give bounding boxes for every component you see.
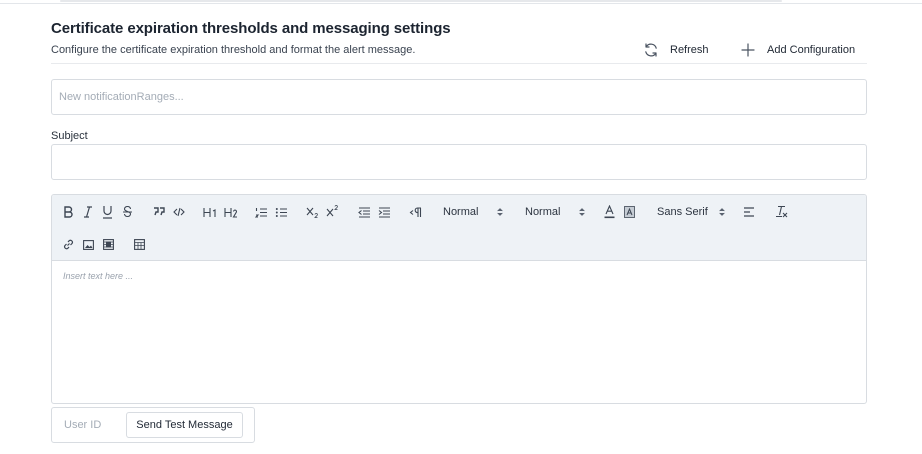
- link-icon[interactable]: [63, 238, 74, 251]
- header-divider: [51, 63, 867, 64]
- notification-ranges-field: [51, 79, 867, 115]
- send-test-message-button[interactable]: Send Test Message: [126, 412, 243, 438]
- add-configuration-button[interactable]: Add Configuration: [740, 41, 855, 59]
- font-select-value: Sans Serif: [657, 206, 708, 218]
- table-icon[interactable]: [134, 238, 145, 251]
- bullet-list-icon[interactable]: [275, 205, 288, 219]
- text-direction-icon[interactable]: [409, 205, 422, 219]
- header-select[interactable]: Normal: [443, 205, 503, 219]
- blockquote-icon[interactable]: [153, 205, 165, 219]
- select-caret-icon: [719, 208, 725, 216]
- size-select-value: Normal: [525, 206, 561, 218]
- plus-icon: [740, 42, 756, 58]
- code-block-icon[interactable]: [173, 205, 185, 219]
- size-select[interactable]: Normal: [525, 205, 585, 219]
- add-configuration-label: Add Configuration: [767, 44, 856, 56]
- background-color-icon[interactable]: [624, 205, 635, 219]
- superscript-icon[interactable]: [326, 204, 339, 218]
- heading-1-icon[interactable]: [203, 205, 217, 219]
- editor-content-area[interactable]: Insert text here ...: [52, 261, 866, 403]
- clear-formatting-icon[interactable]: [775, 204, 788, 219]
- video-icon[interactable]: [103, 238, 114, 251]
- ordered-list-icon[interactable]: [255, 205, 268, 219]
- page-title: Certificate expiration thresholds and me…: [51, 20, 451, 37]
- select-caret-icon: [497, 208, 503, 216]
- heading-2-icon[interactable]: [224, 205, 238, 219]
- select-caret-icon: [579, 208, 585, 216]
- image-icon[interactable]: [83, 238, 94, 251]
- indent-icon[interactable]: [378, 205, 391, 219]
- font-select[interactable]: Sans Serif: [657, 205, 725, 219]
- user-id-input[interactable]: [53, 409, 123, 441]
- align-icon[interactable]: [743, 205, 755, 219]
- subscript-icon[interactable]: [306, 205, 319, 219]
- outdent-icon[interactable]: [358, 205, 371, 219]
- rich-text-editor: Normal Normal Sans Serif Insert text her…: [51, 194, 867, 404]
- top-divider: [0, 3, 922, 4]
- font-color-icon[interactable]: [604, 204, 615, 219]
- editor-placeholder: Insert text here ...: [63, 271, 134, 281]
- italic-icon[interactable]: [83, 205, 93, 219]
- test-message-group: Send Test Message: [51, 407, 255, 443]
- subject-label: Subject: [51, 130, 88, 142]
- refresh-button[interactable]: Refresh: [643, 41, 709, 59]
- underline-icon[interactable]: [102, 204, 113, 219]
- subject-input[interactable]: [52, 145, 866, 179]
- refresh-label: Refresh: [670, 44, 709, 56]
- editor-toolbar: Normal Normal Sans Serif: [52, 195, 866, 261]
- page-description: Configure the certificate expiration thr…: [51, 44, 416, 56]
- subject-field: [51, 144, 867, 180]
- top-scrollbar[interactable]: [60, 0, 782, 2]
- refresh-icon: [643, 42, 659, 58]
- bold-icon[interactable]: [63, 205, 73, 219]
- header-select-value: Normal: [443, 206, 479, 218]
- notification-ranges-input[interactable]: [52, 80, 866, 114]
- strikethrough-icon[interactable]: [122, 205, 133, 219]
